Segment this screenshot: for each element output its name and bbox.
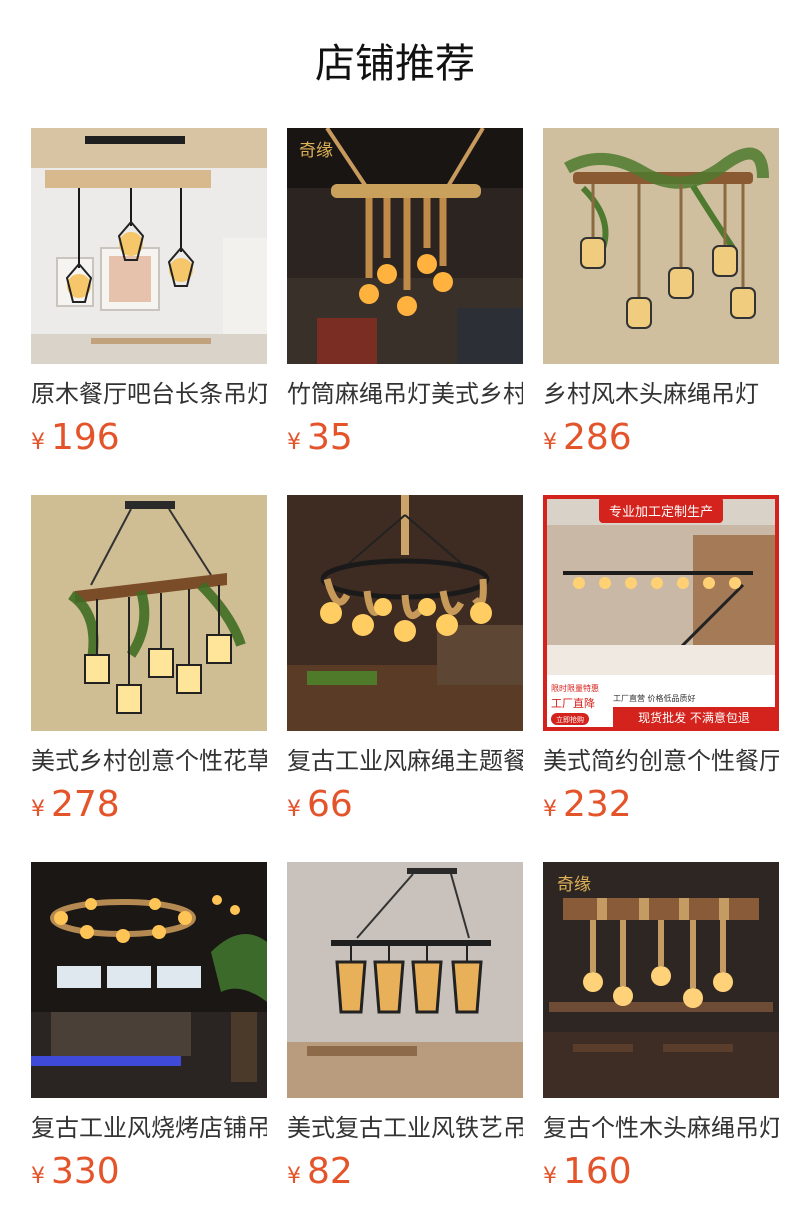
currency-symbol: ¥ xyxy=(287,1164,301,1189)
price-value: 330 xyxy=(51,1151,120,1192)
product-name[interactable]: 复古工业风烧烤店铺吊灯 xyxy=(31,1112,267,1144)
product-image[interactable]: 奇缘 xyxy=(543,862,779,1098)
product-card[interactable]: 原木餐厅吧台长条吊灯 ¥196 xyxy=(31,128,267,495)
product-card[interactable]: 美式复古工业风铁艺吊灯 ¥82 xyxy=(287,862,523,1229)
currency-symbol: ¥ xyxy=(543,1164,557,1189)
price-value: 35 xyxy=(307,417,353,458)
currency-symbol: ¥ xyxy=(543,797,557,822)
price-value: 196 xyxy=(51,417,120,458)
promo-factory-label: 工厂直降 xyxy=(551,696,595,710)
product-card[interactable]: 美式乡村创意个性花草吊灯 ¥278 xyxy=(31,495,267,862)
currency-symbol: ¥ xyxy=(31,430,45,455)
product-price: ¥232 xyxy=(543,785,779,831)
promo-buy-button: 立即抢购 xyxy=(556,715,584,724)
product-name[interactable]: 原木餐厅吧台长条吊灯 xyxy=(31,378,267,410)
currency-symbol: ¥ xyxy=(287,797,301,822)
product-price: ¥196 xyxy=(31,418,267,464)
product-image[interactable] xyxy=(543,128,779,364)
product-card[interactable]: 奇缘 复古个性木头麻绳吊灯 ¥160 xyxy=(543,862,779,1229)
product-price: ¥160 xyxy=(543,1152,779,1198)
currency-symbol: ¥ xyxy=(31,1164,45,1189)
product-image[interactable] xyxy=(287,495,523,731)
promo-banner: 专业加工定制生产 xyxy=(609,505,713,520)
product-image[interactable] xyxy=(287,862,523,1098)
promo-limited-label: 限时限量特惠 xyxy=(551,683,599,693)
store-recommendations-page: 店铺推荐 原木餐厅吧台长条吊灯 ¥ 196 奇缘 竹筒麻绳吊灯美式乡村 ¥ 35… xyxy=(0,0,790,1230)
product-price: ¥278 xyxy=(31,785,267,831)
product-grid: 原木餐厅吧台长条吊灯 ¥196 奇缘 竹筒麻绳吊灯美式乡村 ¥ 35 乡村风木头… xyxy=(31,128,779,1229)
product-image[interactable] xyxy=(31,128,267,364)
brand-logo: 奇缘 xyxy=(557,875,591,895)
product-price: ¥66 xyxy=(287,785,523,831)
currency-symbol: ¥ xyxy=(287,430,301,455)
product-price: ¥330 xyxy=(31,1152,267,1198)
currency-symbol: ¥ xyxy=(543,430,557,455)
price-value: 160 xyxy=(563,1151,632,1192)
product-image[interactable] xyxy=(31,495,267,731)
promo-note: 工厂直营 价格低品质好 xyxy=(613,693,696,703)
product-name[interactable]: 复古工业风麻绳主题餐厅吊灯 xyxy=(287,745,523,777)
product-name[interactable]: 美式乡村创意个性花草吊灯 xyxy=(31,745,267,777)
product-card[interactable]: 专业加工定制生产 限时限量特惠 工厂直降 立即抢购 工厂直营 价格低品质好 现货… xyxy=(543,495,779,862)
price-value: 82 xyxy=(307,1151,353,1192)
price-value: 232 xyxy=(563,784,632,825)
brand-logo: 奇缘 xyxy=(299,141,333,161)
price-value: 286 xyxy=(563,417,632,458)
product-card[interactable]: 复古工业风麻绳主题餐厅吊灯 ¥66 xyxy=(287,495,523,862)
product-name[interactable]: 乡村风木头麻绳吊灯 xyxy=(543,378,779,410)
product-price: ¥35 xyxy=(287,418,523,464)
promo-tagline: 现货批发 不满意包退 xyxy=(638,710,750,725)
product-card[interactable]: 复古工业风烧烤店铺吊灯 ¥330 xyxy=(31,862,267,1229)
currency-symbol: ¥ xyxy=(31,797,45,822)
product-name[interactable]: 美式复古工业风铁艺吊灯 xyxy=(287,1112,523,1144)
product-card[interactable]: 乡村风木头麻绳吊灯 ¥286 xyxy=(543,128,779,495)
product-card[interactable]: 奇缘 竹筒麻绳吊灯美式乡村 ¥35 xyxy=(287,128,523,495)
section-title: 店铺推荐 xyxy=(315,41,475,87)
product-image[interactable] xyxy=(31,862,267,1098)
product-price: ¥286 xyxy=(543,418,779,464)
price-value: 278 xyxy=(51,784,120,825)
product-price: ¥82 xyxy=(287,1152,523,1198)
price-value: 66 xyxy=(307,784,353,825)
product-name[interactable]: 复古个性木头麻绳吊灯 xyxy=(543,1112,779,1144)
product-image[interactable]: 奇缘 xyxy=(287,128,523,364)
product-image[interactable]: 专业加工定制生产 限时限量特惠 工厂直降 立即抢购 工厂直营 价格低品质好 现货… xyxy=(543,495,779,731)
product-name[interactable]: 竹筒麻绳吊灯美式乡村 xyxy=(287,378,523,410)
product-name[interactable]: 美式简约创意个性餐厅吊灯 xyxy=(543,745,779,777)
